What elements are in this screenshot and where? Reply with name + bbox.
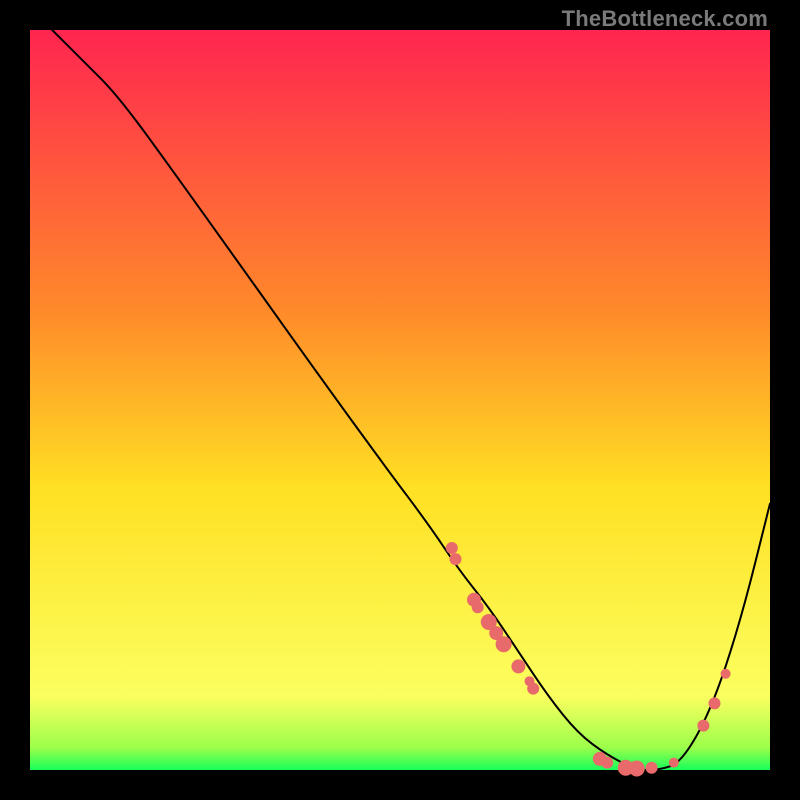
data-point — [646, 762, 658, 774]
chart-container: TheBottleneck.com — [0, 0, 800, 800]
bottleneck-curve — [52, 30, 770, 770]
plot-area — [30, 30, 770, 770]
data-point — [629, 761, 645, 777]
data-point — [511, 659, 525, 673]
watermark-text: TheBottleneck.com — [562, 6, 768, 32]
data-point — [472, 601, 484, 613]
curve-layer — [30, 30, 770, 770]
data-point — [721, 669, 731, 679]
data-point — [446, 542, 458, 554]
data-point — [697, 720, 709, 732]
data-point — [601, 757, 613, 769]
data-point — [527, 683, 539, 695]
data-point — [496, 636, 512, 652]
data-point — [669, 758, 679, 768]
data-point — [450, 553, 462, 565]
data-point — [709, 697, 721, 709]
